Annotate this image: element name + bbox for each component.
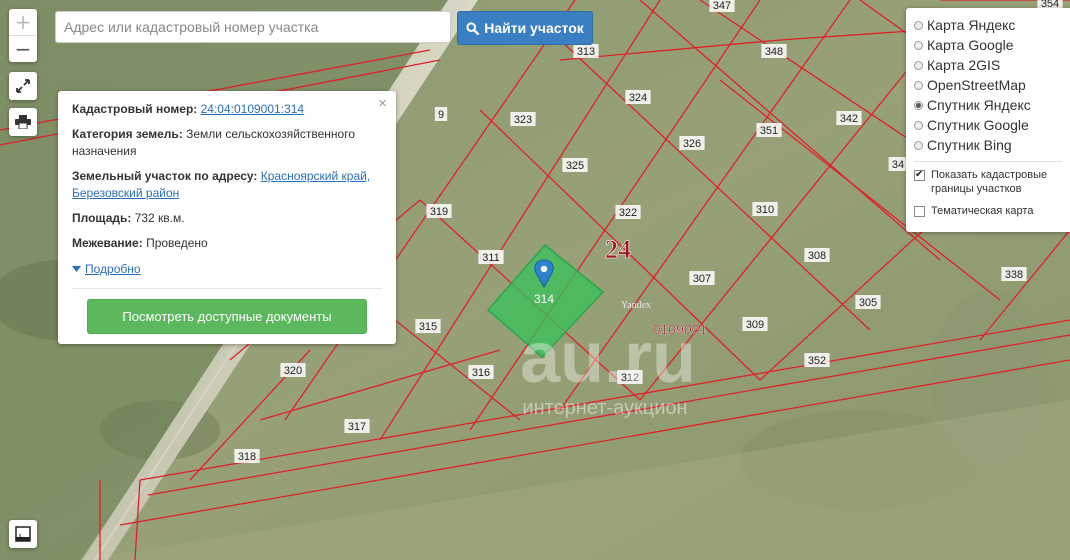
area-row: Площадь: 732 кв.м. bbox=[72, 210, 382, 227]
address-row: Земельный участок по адресу: Красноярски… bbox=[72, 168, 382, 202]
parcel-number[interactable]: 326 bbox=[683, 138, 701, 150]
details-toggle[interactable]: Подробно bbox=[72, 261, 141, 278]
marker-label: 314 bbox=[534, 292, 554, 306]
layer-option[interactable]: Спутник Bing bbox=[914, 135, 1062, 155]
ruler-icon bbox=[15, 526, 31, 542]
yandex-label: Yandex bbox=[621, 300, 651, 311]
parcel-number[interactable]: 315 bbox=[419, 321, 437, 333]
parcel-number[interactable]: 352 bbox=[808, 355, 826, 367]
search-icon bbox=[466, 21, 480, 35]
parcel-number[interactable]: 322 bbox=[619, 207, 637, 219]
zoom-in-button[interactable]: + bbox=[9, 9, 37, 36]
category-row: Категория земель: Земли сельскохозяйстве… bbox=[72, 126, 382, 160]
fullscreen-button[interactable] bbox=[9, 72, 37, 100]
layer-option[interactable]: OpenStreetMap bbox=[914, 75, 1062, 95]
parcel-number[interactable]: 338 bbox=[1005, 269, 1023, 281]
radio-button[interactable] bbox=[914, 120, 923, 130]
parcel-number[interactable]: 305 bbox=[859, 297, 877, 309]
parcel-number[interactable]: 311 bbox=[482, 252, 500, 264]
survey-row: Межевание: Проведено bbox=[72, 235, 382, 252]
parcel-number[interactable]: 325 bbox=[566, 160, 584, 172]
parcel-number[interactable]: 317 bbox=[348, 421, 366, 433]
area-label: Площадь: bbox=[72, 211, 132, 225]
expand-icon bbox=[16, 79, 30, 93]
checkbox-show-boundaries[interactable] bbox=[914, 168, 925, 182]
parcel-number[interactable]: 351 bbox=[760, 125, 778, 137]
layer-option-label: Карта Google bbox=[927, 37, 1014, 53]
parcel-number[interactable]: 310 bbox=[756, 204, 774, 216]
layer-option-label: Спутник Google bbox=[927, 117, 1029, 133]
divider bbox=[914, 161, 1062, 162]
ruler-button[interactable] bbox=[9, 520, 37, 548]
zoom-control: + − bbox=[9, 9, 37, 62]
caret-down-icon bbox=[72, 266, 81, 272]
search-button[interactable]: Найти участок bbox=[457, 11, 593, 45]
search-input[interactable] bbox=[55, 11, 451, 43]
layer-option[interactable]: Карта Яндекс bbox=[914, 15, 1062, 35]
cadastral-label: Кадастровый номер: bbox=[72, 102, 198, 116]
show-boundaries-toggle[interactable]: Показать кадастровые границы участков bbox=[914, 168, 1062, 196]
thematic-map-toggle[interactable]: Тематическая карта bbox=[914, 204, 1062, 218]
close-icon[interactable]: × bbox=[378, 95, 387, 112]
layer-option-label: OpenStreetMap bbox=[927, 77, 1026, 93]
parcel-info-popup: × Кадастровый номер: 24:04:0109001:314 К… bbox=[58, 91, 396, 344]
parcel-number[interactable]: 320 bbox=[284, 365, 302, 377]
area-value: 732 кв.м. bbox=[134, 211, 185, 225]
cadastral-row: Кадастровый номер: 24:04:0109001:314 bbox=[72, 101, 382, 118]
printer-icon bbox=[15, 115, 31, 129]
layer-option-label: Карта 2GIS bbox=[927, 57, 1001, 73]
parcel-number[interactable]: 308 bbox=[808, 250, 826, 262]
layer-option[interactable]: Карта 2GIS bbox=[914, 55, 1062, 75]
parcel-number[interactable]: 348 bbox=[765, 46, 783, 58]
parcel-number[interactable]: 313 bbox=[577, 46, 595, 58]
parcel-number[interactable]: 318 bbox=[238, 451, 256, 463]
radio-button[interactable] bbox=[914, 80, 923, 90]
zoom-out-button[interactable]: − bbox=[9, 36, 37, 62]
category-label: Категория земель: bbox=[72, 127, 183, 141]
watermark-logo: au.ru bbox=[520, 318, 696, 398]
show-boundaries-label: Показать кадастровые границы участков bbox=[931, 169, 1048, 195]
checkbox-thematic-map[interactable] bbox=[914, 206, 925, 217]
parcel-number[interactable]: 307 bbox=[693, 273, 711, 285]
parcel-number[interactable]: 324 bbox=[629, 92, 647, 104]
parcel-number[interactable]: 316 bbox=[472, 367, 490, 379]
layer-option[interactable]: Карта Google bbox=[914, 35, 1062, 55]
search-button-label: Найти участок bbox=[484, 20, 584, 36]
parcel-number[interactable]: 319 bbox=[430, 206, 448, 218]
details-link: Подробно bbox=[85, 261, 141, 276]
parcel-number[interactable]: 342 bbox=[840, 113, 858, 125]
radio-button[interactable] bbox=[914, 40, 923, 50]
divider bbox=[72, 287, 382, 289]
radio-button[interactable] bbox=[914, 140, 923, 150]
layer-option-label: Карта Яндекс bbox=[927, 17, 1016, 33]
survey-label: Межевание: bbox=[72, 236, 143, 250]
layer-option[interactable]: Спутник Google bbox=[914, 115, 1062, 135]
radio-button[interactable] bbox=[914, 60, 923, 70]
parcel-number[interactable]: 309 bbox=[746, 319, 764, 331]
parcel-number[interactable]: 323 bbox=[514, 114, 532, 126]
region-label: 24 bbox=[605, 235, 631, 264]
layer-option-label: Спутник Яндекс bbox=[927, 97, 1031, 113]
layer-option[interactable]: Спутник Яндекс bbox=[914, 95, 1062, 115]
radio-button[interactable] bbox=[914, 20, 923, 30]
watermark-subtitle: интернет-аукцион bbox=[522, 397, 687, 419]
parcel-number[interactable]: 34 bbox=[892, 159, 904, 171]
cadastral-link[interactable]: 24:04:0109001:314 bbox=[201, 102, 304, 116]
layer-option-label: Спутник Bing bbox=[927, 137, 1012, 153]
parcel-number[interactable]: 9 bbox=[438, 109, 444, 121]
view-documents-button[interactable]: Посмотреть доступные документы bbox=[87, 298, 367, 334]
thematic-label: Тематическая карта bbox=[931, 205, 1034, 217]
radio-button[interactable] bbox=[914, 100, 923, 110]
parcel-number[interactable]: 347 bbox=[713, 0, 731, 12]
address-label: Земельный участок по адресу: bbox=[72, 169, 258, 183]
map-layers-panel: Карта Яндекс Карта Google Карта 2GIS OpenSt… bbox=[906, 8, 1070, 232]
survey-value: Проведено bbox=[146, 236, 208, 250]
print-button[interactable] bbox=[9, 108, 37, 136]
